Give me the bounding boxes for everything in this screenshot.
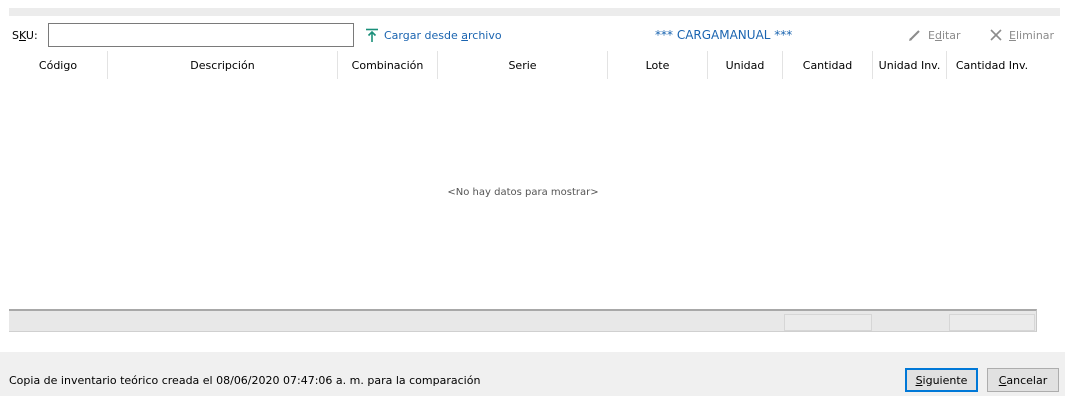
load-from-file-button[interactable]: Cargar desde archivo xyxy=(364,26,502,44)
status-bar: Copia de inventario teórico creada el 08… xyxy=(0,352,1065,396)
grid-body[interactable]: <No hay datos para mostrar> xyxy=(9,79,1037,309)
cancel-button[interactable]: Cancelar xyxy=(987,368,1059,392)
toolbar: SKU: Cargar desde archivo *** CARGAMANUA… xyxy=(0,22,1065,50)
empty-grid-message: <No hay datos para mostrar> xyxy=(447,187,599,198)
grid-header: Código Descripción Combinación Serie Lot… xyxy=(9,51,1037,79)
edit-button[interactable]: Editar xyxy=(908,28,961,42)
grid-footer-summary xyxy=(9,309,1037,332)
column-header-cantidad[interactable]: Cantidad xyxy=(783,51,873,79)
column-header-descripcion[interactable]: Descripción xyxy=(108,51,338,79)
top-panel-strip xyxy=(9,8,1060,16)
sku-label: SKU: xyxy=(12,29,38,42)
footer-summary-cantidad xyxy=(784,314,872,331)
column-header-lote[interactable]: Lote xyxy=(608,51,708,79)
column-header-unidad-inv[interactable]: Unidad Inv. xyxy=(873,51,947,79)
load-mode-label: *** CARGAMANUAL *** xyxy=(655,28,793,42)
edit-label: Editar xyxy=(928,28,961,42)
column-header-codigo[interactable]: Código xyxy=(9,51,108,79)
upload-icon xyxy=(366,28,378,42)
column-header-serie[interactable]: Serie xyxy=(438,51,608,79)
close-icon xyxy=(990,29,1002,41)
status-message: Copia de inventario teórico creada el 08… xyxy=(9,374,481,387)
load-from-file-label: Cargar desde archivo xyxy=(384,28,502,42)
delete-button[interactable]: Eliminar xyxy=(989,28,1054,42)
column-header-unidad[interactable]: Unidad xyxy=(708,51,783,79)
next-button[interactable]: Siguiente xyxy=(905,368,978,392)
footer-summary-cantidad-inv xyxy=(949,314,1035,331)
pencil-icon xyxy=(909,30,920,41)
column-header-combinacion[interactable]: Combinación xyxy=(338,51,438,79)
sku-input[interactable] xyxy=(48,23,354,47)
delete-label: Eliminar xyxy=(1009,28,1055,42)
column-header-cantidad-inv[interactable]: Cantidad Inv. xyxy=(947,51,1037,79)
